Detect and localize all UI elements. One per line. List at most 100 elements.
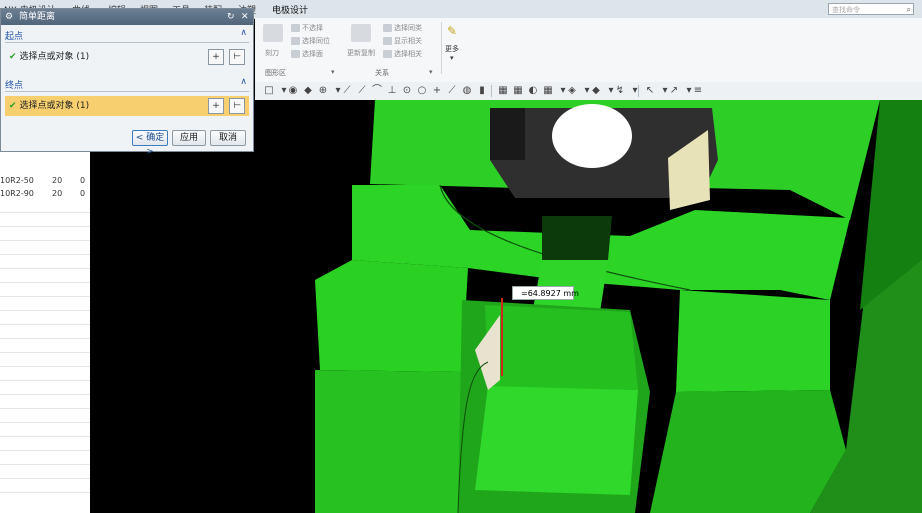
render-icon[interactable]: ◈ [566, 85, 578, 97]
group-dropdown-icon[interactable]: ▾ [429, 68, 433, 76]
line-icon[interactable]: ⟋ [341, 85, 353, 97]
point-dialog-icon[interactable]: + [208, 98, 224, 114]
ribbon-button-update-copy[interactable]: 更新复制 [347, 48, 375, 58]
chevron-up-icon[interactable]: ∧ [240, 77, 247, 87]
update-copy-icon[interactable] [351, 24, 371, 42]
list-divider [0, 226, 90, 227]
ribbon-button-select-face[interactable]: 选择面 [291, 49, 323, 59]
list-item[interactable]: 10R2-90 20 0 [0, 187, 90, 200]
more-dropdown-icon[interactable]: ▾ [450, 54, 454, 62]
list-divider [0, 310, 90, 311]
line2-icon[interactable]: ⟋ [356, 85, 368, 97]
ribbon-button-knife[interactable]: 刻刀 [265, 48, 279, 58]
ribbon-button-select-same[interactable]: 选择同位 [291, 36, 330, 46]
select-box-icon[interactable]: □ [263, 85, 275, 97]
tangent-icon[interactable]: ⟋ [446, 85, 458, 97]
ribbon-button-more[interactable]: 更多 [445, 44, 459, 54]
pointer-icon[interactable]: ↖ [644, 85, 656, 97]
ok-button[interactable]: < 确定 > [132, 130, 168, 157]
cube-icon[interactable]: ◆ [590, 85, 602, 97]
ribbon-label: 选择相关 [394, 50, 422, 58]
perpendicular-icon[interactable]: ⊥ [386, 85, 398, 97]
selection-toolbar: □ ▾ ◉ ◆ ⊕ ▾ ⟋ ⟋ ⌒ ⊥ ⊙ ○ + ⟋ ◍ ▮ ▦ ▦ ◐ ▦ ▾ ◈ ▾ ◆ ▾ ↯ ▾ ↖ ▾ ↗ ▾ ≡ [255, 82, 922, 101]
grid2-icon[interactable]: ▦ [512, 85, 524, 97]
graphics-viewport[interactable] [90, 100, 922, 513]
ribbon: 刻刀 不选择 选择同位 选择面 图形区 ▾ 更新复制 选择同类 显示相关 选择相… [255, 18, 922, 83]
ribbon-button-select-similar[interactable]: 选择同类 [383, 23, 422, 33]
list-divider [0, 338, 90, 339]
start-point-section[interactable]: 起点 ∧ [5, 28, 249, 43]
pocket-back-wall [485, 305, 638, 390]
center-icon[interactable]: ⊙ [401, 85, 413, 97]
group-label-relation: 关系 [375, 69, 389, 77]
dialog-title: 简单距离 [19, 12, 56, 22]
fixture-shadow [490, 108, 525, 160]
group-label-graphics: 图形区 [265, 69, 286, 77]
gear-icon[interactable]: ⚙ [5, 9, 13, 25]
rotate-icon[interactable]: ◐ [527, 85, 539, 97]
search-input[interactable]: 查找命令 ⌕ [828, 3, 914, 15]
more-icon[interactable]: ✎ [447, 24, 461, 38]
bar-icon[interactable]: ▮ [476, 85, 488, 97]
search-placeholder: 查找命令 [832, 6, 860, 14]
end-point-section[interactable]: 终点 ∧ [5, 77, 249, 92]
ribbon-button-select-related[interactable]: 选择相关 [383, 49, 422, 59]
list-divider [0, 478, 90, 479]
list-divider [0, 254, 90, 255]
list-divider [0, 380, 90, 381]
circle-icon[interactable]: ○ [416, 85, 428, 97]
menu-item-electrode[interactable]: 电极设计 [272, 3, 308, 16]
grid-icon[interactable]: ▦ [497, 85, 509, 97]
list-divider [0, 212, 90, 213]
end-point-label: 选择点或对象 (1) [19, 101, 90, 111]
list-item-name: 10R2-90 [0, 189, 34, 198]
start-point-label: 选择点或对象 (1) [19, 52, 90, 62]
list-divider [0, 450, 90, 451]
search-icon[interactable]: ⌕ [907, 4, 911, 16]
part-list-panel: 10R2-50 20 0 10R2-90 20 0 [0, 152, 90, 513]
cancel-button[interactable]: 取消 [210, 130, 246, 146]
point-dialog-icon[interactable]: + [208, 49, 224, 65]
list-item-col2: 20 [52, 176, 63, 185]
apply-button[interactable]: 应用 [172, 130, 206, 146]
deselect-icon [291, 24, 300, 32]
fixture-hole [552, 104, 632, 168]
arc-icon[interactable]: ⌒ [371, 85, 383, 97]
group-dropdown-icon[interactable]: ▾ [331, 68, 335, 76]
list-item-col2: 20 [52, 189, 63, 198]
model-right-block [676, 290, 830, 392]
ribbon-label: 选择同位 [302, 37, 330, 45]
list-divider [0, 296, 90, 297]
list-divider [0, 240, 90, 241]
list-item[interactable]: 10R2-50 20 0 [0, 174, 90, 187]
arrow-icon[interactable]: ↗ [668, 85, 680, 97]
checkmark-icon: ✔ [9, 101, 17, 111]
start-point-selector[interactable]: ✔ 选择点或对象 (1) + ⊢ [5, 47, 249, 67]
table-icon[interactable]: ▦ [542, 85, 554, 97]
ribbon-button-show-related[interactable]: 显示相关 [383, 36, 422, 46]
list-item-name: 10R2-50 [0, 176, 34, 185]
pocket-floor [475, 386, 638, 495]
close-icon[interactable]: ✕ [241, 9, 249, 25]
sphere-icon[interactable]: ◍ [461, 85, 473, 97]
knife-icon[interactable] [263, 24, 283, 42]
dropdown-icon[interactable]: ▾ [629, 85, 641, 97]
chevron-up-icon[interactable]: ∧ [240, 28, 247, 38]
crosshair-icon[interactable]: + [431, 85, 443, 97]
filter-icon[interactable]: ↯ [614, 85, 626, 97]
point-type-icon[interactable]: ⊢ [229, 49, 245, 65]
layer-icon[interactable]: ≡ [692, 85, 704, 97]
shade-icon[interactable]: ◆ [302, 85, 314, 97]
select-face-icon [291, 50, 300, 58]
list-divider [0, 408, 90, 409]
ribbon-button-deselect[interactable]: 不选择 [291, 23, 323, 33]
model-slot [542, 216, 612, 260]
dialog-titlebar[interactable]: ⚙ 简单距离 ↻ ✕ [1, 9, 253, 25]
point-type-icon[interactable]: ⊢ [229, 98, 245, 114]
view-icon[interactable]: ◉ [287, 85, 299, 97]
reset-icon[interactable]: ↻ [227, 9, 235, 25]
snap-icon[interactable]: ⊕ [317, 85, 329, 97]
list-divider [0, 366, 90, 367]
end-point-selector[interactable]: ✔ 选择点或对象 (1) + ⊢ [5, 96, 249, 116]
ribbon-label: 不选择 [302, 24, 323, 32]
